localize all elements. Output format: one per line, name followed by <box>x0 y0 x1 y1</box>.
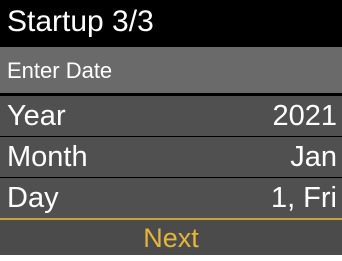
subheader: Enter Date <box>0 47 342 93</box>
bottom-edge <box>0 255 342 261</box>
next-button-label: Next <box>143 223 199 253</box>
month-label: Month <box>7 141 88 173</box>
day-label: Day <box>7 182 59 214</box>
subheader-label: Enter Date <box>7 58 113 83</box>
month-row[interactable]: Month Jan <box>0 137 342 177</box>
title-bar: Startup 3/3 <box>0 0 342 46</box>
day-row[interactable]: Day 1, Fri <box>0 178 342 218</box>
year-value: 2021 <box>272 100 337 132</box>
day-value: 1, Fri <box>270 182 337 214</box>
device-screen: Startup 3/3 Enter Date Year 2021 Month J… <box>0 0 342 261</box>
page-title: Startup 3/3 <box>7 5 154 38</box>
year-label: Year <box>7 100 66 132</box>
month-value: Jan <box>290 141 337 173</box>
year-row[interactable]: Year 2021 <box>0 96 342 136</box>
next-button[interactable]: Next <box>0 220 342 255</box>
